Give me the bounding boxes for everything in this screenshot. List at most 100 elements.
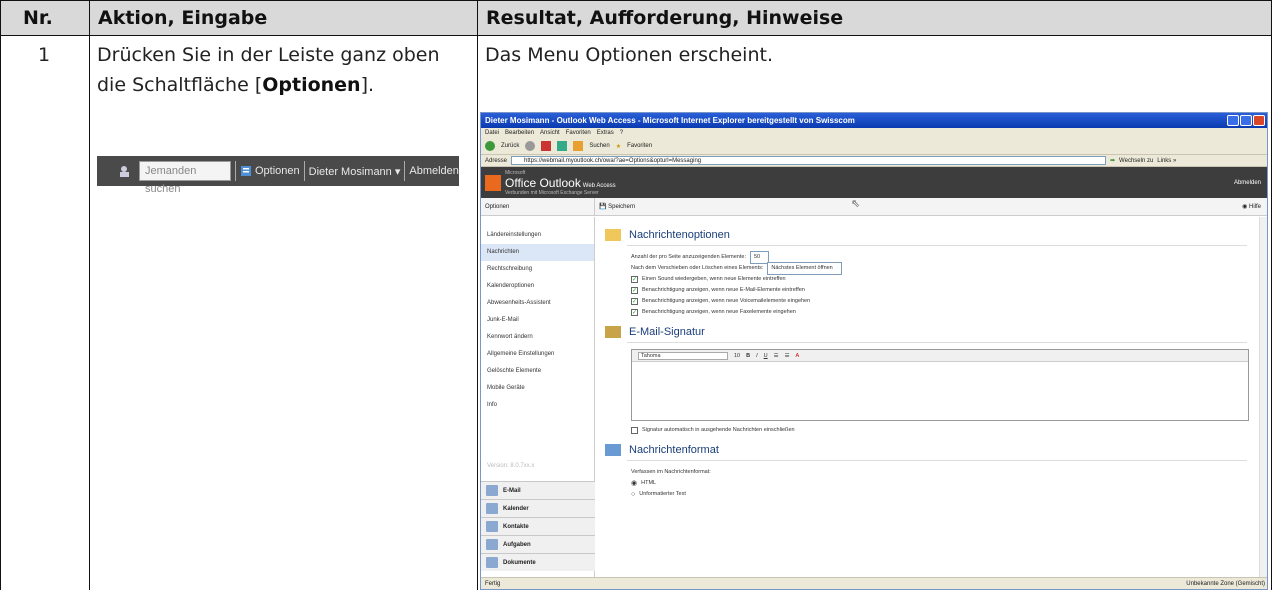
header-resultat: Resultat, Aufforderung, Hinweise: [477, 0, 1272, 36]
nav-item-selected[interactable]: Nachrichten: [481, 244, 594, 261]
office-logo-icon: [485, 174, 501, 191]
menu-bearbeiten[interactable]: Bearbeiten: [505, 128, 534, 138]
checkbox-unchecked[interactable]: [631, 427, 638, 434]
menu-help[interactable]: ?: [620, 128, 623, 138]
module-list: E-Mail Kalender Kontakte Aufgaben Dokume…: [481, 481, 595, 571]
font-color-icon[interactable]: A: [796, 353, 800, 359]
go-button[interactable]: Wechseln zu: [1119, 158, 1153, 164]
logout-link[interactable]: Abmelden: [409, 165, 459, 177]
nav-item[interactable]: Rechtschreibung: [481, 261, 594, 278]
underline-icon[interactable]: U: [764, 353, 768, 359]
favorites-button[interactable]: Favoriten: [627, 143, 652, 149]
go-arrow-icon[interactable]: ➡: [1110, 157, 1115, 164]
font-select[interactable]: Tahoma: [638, 351, 728, 360]
checkbox-checked[interactable]: ✓: [631, 276, 638, 283]
nav-item[interactable]: Junk-E-Mail: [481, 312, 594, 329]
header-aktion: Aktion, Eingabe: [89, 0, 478, 36]
scrollbar[interactable]: [1259, 217, 1267, 579]
check-row: ✓ Benachrichtigung anzeigen, wenn neue Vo…: [631, 296, 1257, 307]
maximize-icon[interactable]: [1240, 115, 1252, 126]
check-label: Einen Sound wiedergeben, wenn neue Eleme…: [642, 276, 786, 282]
checkbox-checked[interactable]: ✓: [631, 309, 638, 316]
check-row: ✓ Benachrichtigung anzeigen, wenn neue Fa…: [631, 307, 1257, 318]
nav-item[interactable]: Allgemeine Einstellungen: [481, 346, 594, 363]
options-content: Nachrichtenoptionen Anzahl der pro Seite…: [597, 217, 1257, 577]
back-icon[interactable]: [485, 141, 495, 151]
header-aktion-label: Aktion, Eingabe: [98, 7, 268, 29]
compose-label: Verfassen im Nachrichtenformat:: [631, 469, 711, 475]
stop-icon[interactable]: [541, 141, 552, 151]
options-button[interactable]: Optionen: [255, 165, 300, 177]
nav-item[interactable]: Gelöschte Elemente: [481, 363, 594, 380]
refresh-icon[interactable]: [557, 141, 568, 151]
check-label: Benachrichtigung anzeigen, wenn neue E-M…: [642, 287, 805, 293]
module-tasks[interactable]: Aufgaben: [481, 535, 595, 553]
owa-brand: Microsoft Office Outlook Web Access Verbun…: [505, 170, 616, 196]
envelope-icon: [605, 229, 621, 241]
module-email[interactable]: E-Mail: [481, 481, 595, 499]
options-heading: Optionen: [481, 198, 595, 215]
section-title: Nachrichtenformat: [629, 444, 719, 456]
save-button[interactable]: 💾 Speichern: [595, 203, 635, 210]
checkbox-checked[interactable]: ✓: [631, 287, 638, 294]
italic-icon[interactable]: I: [756, 353, 758, 359]
owa-top-bar-image: Jemanden suchen Optionen Dieter Mosimann…: [97, 156, 459, 195]
close-icon[interactable]: [1253, 115, 1265, 126]
menu-ansicht[interactable]: Ansicht: [540, 128, 560, 138]
nav-item[interactable]: Info: [481, 397, 594, 414]
save-label[interactable]: Speichern: [608, 204, 635, 210]
header-resultat-label: Resultat, Aufforderung, Hinweise: [486, 7, 844, 29]
menu-datei[interactable]: Datei: [485, 128, 499, 138]
divider: [627, 460, 1247, 461]
module-calendar[interactable]: Kalender: [481, 499, 595, 517]
module-contacts[interactable]: Kontakte: [481, 517, 595, 535]
bold-icon[interactable]: B: [746, 353, 750, 359]
window-controls: [1227, 115, 1265, 126]
checkbox-checked[interactable]: ✓: [631, 298, 638, 305]
menu-favoriten[interactable]: Favoriten: [566, 128, 591, 138]
help-button[interactable]: ◉ Hilfe: [1242, 203, 1261, 210]
owa-header: Microsoft Office Outlook Web Access Verbun…: [481, 167, 1267, 198]
module-documents[interactable]: Dokumente: [481, 553, 595, 571]
radio-unselected-icon[interactable]: ○: [631, 489, 635, 500]
bullet-list-icon[interactable]: ☰: [774, 353, 779, 359]
search-input[interactable]: Jemanden suchen: [139, 161, 231, 195]
brand-sub: Verbunden mit Microsoft Exchange Server: [505, 189, 599, 196]
nav-item[interactable]: Kalenderoptionen: [481, 278, 594, 295]
radio-selected-icon[interactable]: ◉: [631, 478, 637, 489]
nav-item[interactable]: Abwesenheits-Assistent: [481, 295, 594, 312]
document-table: Nr. Aktion, Eingabe Resultat, Aufforderu…: [0, 0, 1272, 590]
check-label: Benachrichtigung anzeigen, wenn neue Voi…: [642, 298, 811, 304]
links-button[interactable]: Links »: [1157, 158, 1176, 164]
size-select[interactable]: 10: [734, 353, 740, 359]
numbered-list-icon[interactable]: ☰: [785, 353, 790, 359]
nav-item[interactable]: Kennwort ändern: [481, 329, 594, 346]
favorites-star-icon[interactable]: ★: [616, 143, 621, 150]
options-icon: [241, 166, 251, 176]
options-toolbar: Optionen 💾 Speichern ◉ Hilfe: [481, 198, 1267, 216]
forward-icon[interactable]: [525, 141, 536, 151]
home-icon[interactable]: [573, 141, 584, 151]
menu-extras[interactable]: Extras: [597, 128, 614, 138]
back-label[interactable]: Zurück: [501, 143, 519, 149]
url-field[interactable]: https://webmail.myoutlook.ch/owa/?ae=Opt…: [511, 156, 1107, 165]
table-divider-2: [477, 36, 478, 590]
section-title: E-Mail-Signatur: [629, 326, 705, 338]
help-label[interactable]: Hilfe: [1249, 204, 1261, 210]
radio-label: HTML: [641, 480, 657, 486]
user-menu[interactable]: Dieter Mosimann ▾: [309, 165, 401, 178]
minimize-icon[interactable]: [1227, 115, 1239, 126]
browser-screenshot: Dieter Mosimann - Outlook Web Access - M…: [480, 112, 1268, 590]
row-result: Das Menu Optionen erscheint.: [485, 44, 773, 66]
header-nr-label: Nr.: [23, 7, 53, 29]
brand-name: Office Outlook: [505, 175, 581, 190]
nav-item[interactable]: Ländereinstellungen: [481, 227, 594, 244]
search-button[interactable]: Suchen: [589, 143, 609, 149]
nav-item[interactable]: Mobile Geräte: [481, 380, 594, 397]
window-title: Dieter Mosimann - Outlook Web Access - M…: [485, 116, 855, 125]
address-bar: Adresse https://webmail.myoutlook.ch/owa…: [481, 155, 1267, 167]
owa-logout-link[interactable]: Abmelden: [1234, 180, 1261, 186]
signature-editor[interactable]: Tahoma 10 BIU ☰ ☰ A: [631, 349, 1249, 421]
window-titlebar: Dieter Mosimann - Outlook Web Access - M…: [481, 113, 1267, 128]
separator: [404, 161, 406, 181]
